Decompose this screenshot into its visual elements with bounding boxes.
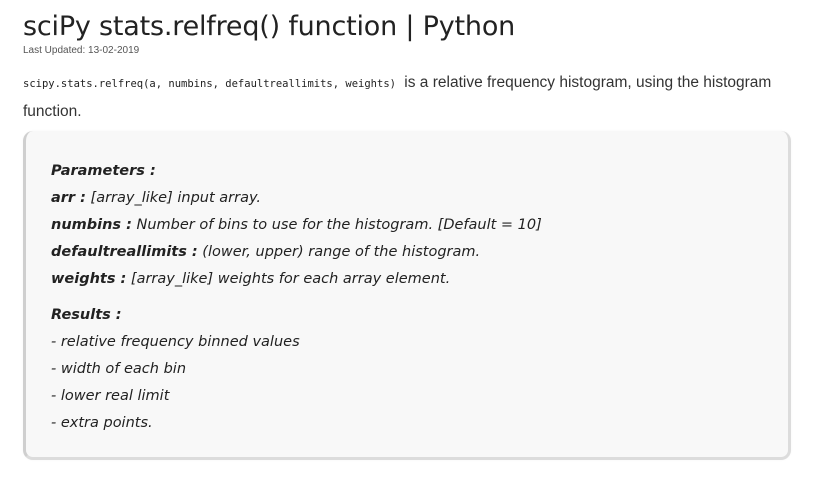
result-item: - extra points. [51,415,153,431]
function-signature-code: scipy.stats.relfreq(a, numbins, defaultr… [23,78,396,90]
param-row-defaultreallimits: defaultreallimits : (lower, upper) range… [51,239,542,266]
param-row-weights: weights : [array_like] weights for each … [51,266,542,293]
result-item: - width of each bin [51,361,187,377]
results-heading: Results : [51,307,122,323]
parameters-block: Parameters : arr : [array_like] input ar… [51,158,542,437]
param-row-arr: arr : [array_like] input array. [51,185,542,212]
param-name: arr : [51,190,86,206]
param-description: Number of bins to use for the histogram.… [131,217,542,233]
param-name: defaultreallimits : [51,244,198,260]
param-row-numbins: numbins : Number of bins to use for the … [51,212,542,239]
last-updated-date: Last Updated: 13-02-2019 [23,45,140,56]
parameters-box: Parameters : arr : [array_like] input ar… [23,131,791,460]
param-description: [array_like] input array. [85,190,262,206]
param-name: weights : [51,271,127,287]
param-name: numbins : [51,217,132,233]
param-description: (lower, upper) range of the histogram. [197,244,481,260]
result-item: - relative frequency binned values [51,334,300,350]
result-item: - lower real limit [51,388,170,404]
intro-paragraph: scipy.stats.relfreq(a, numbins, defaultr… [23,69,793,126]
article: sciPy stats.relfreq() function | Python … [23,10,793,126]
param-description: [array_like] weights for each array elem… [126,271,451,287]
parameters-heading: Parameters : [51,163,156,179]
page-title: sciPy stats.relfreq() function | Python [23,11,516,42]
